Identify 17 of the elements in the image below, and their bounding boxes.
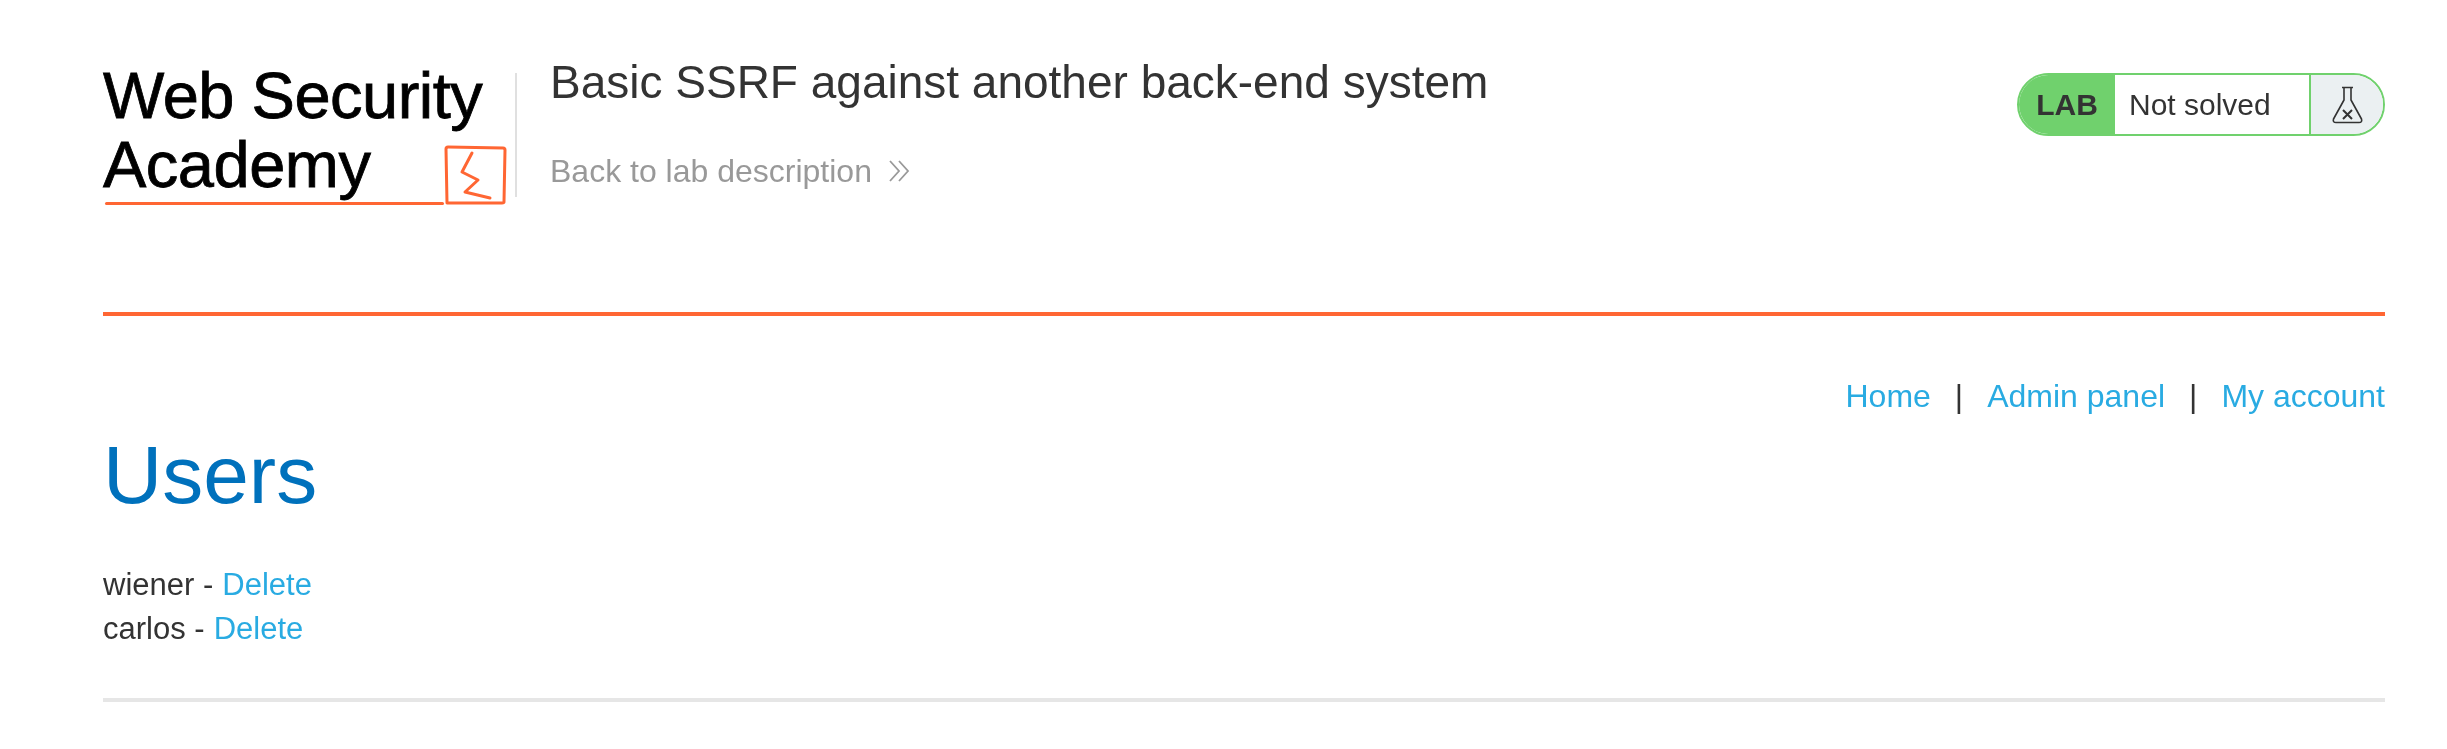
nav-separator: |	[2189, 377, 2198, 416]
nav-separator: |	[1954, 377, 1964, 416]
back-link[interactable]: Back to lab description	[550, 152, 910, 191]
nav-link[interactable]: Home	[1845, 377, 1931, 416]
logo-text: Web Security	[103, 61, 484, 130]
nav-link[interactable]: My account	[2221, 377, 2385, 416]
lab-label: LAB	[2019, 75, 2115, 134]
lightning-box-icon	[444, 145, 507, 205]
delete-link[interactable]: Delete	[222, 562, 312, 607]
page-title: Basic SSRF against another back-end system	[550, 55, 1489, 110]
double-chevron-icon	[887, 159, 910, 184]
user-name: wiener -	[103, 565, 214, 604]
delete-link[interactable]: Delete	[213, 606, 304, 651]
user-name: carlos -	[103, 609, 205, 648]
users-heading: Users	[103, 428, 319, 523]
logo-text: Academy	[103, 130, 371, 199]
nav-link[interactable]: Admin panel	[1987, 377, 2166, 416]
